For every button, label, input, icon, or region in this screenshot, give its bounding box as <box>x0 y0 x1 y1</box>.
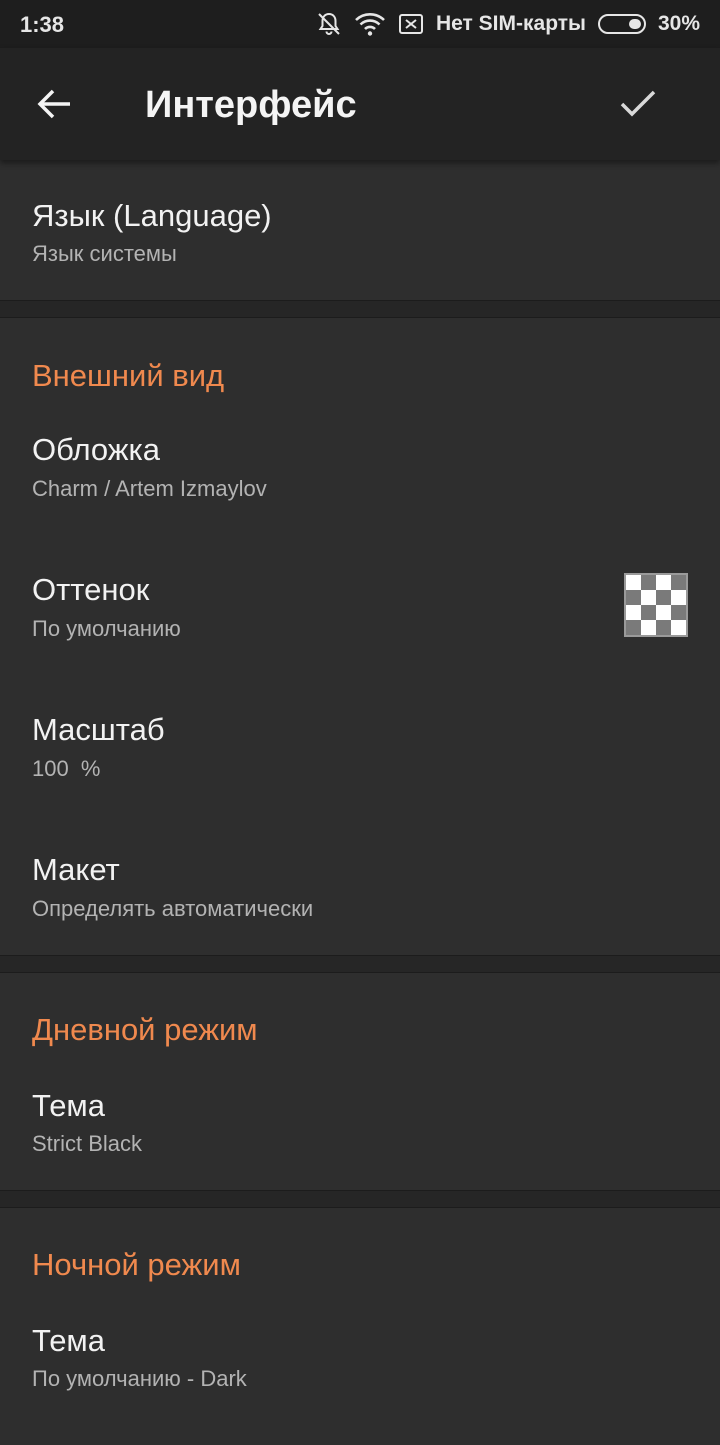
tint-setting[interactable]: Оттенок По умолчанию <box>0 554 720 694</box>
night-theme-value: По умолчанию - Dark <box>32 1366 247 1391</box>
day-theme-setting[interactable]: Тема Strict Black <box>0 1070 720 1210</box>
settings-list: Язык (Language) Язык системы Внешний вид… <box>0 160 720 1440</box>
tint-value: По умолчанию <box>32 616 181 641</box>
night-theme-setting[interactable]: Тема По умолчанию - Dark <box>0 1305 720 1445</box>
section-divider <box>0 300 720 318</box>
no-sim-icon <box>398 12 424 36</box>
battery-icon <box>597 14 646 34</box>
layout-setting[interactable]: Макет Определять автоматически <box>0 834 720 974</box>
day-theme-title: Тема <box>32 1088 105 1123</box>
wifi-icon <box>354 11 386 37</box>
checkmark-icon <box>619 89 657 119</box>
section-divider <box>0 955 720 973</box>
night-theme-title: Тема <box>32 1323 105 1358</box>
tint-swatch[interactable] <box>624 573 688 637</box>
page-title: Интерфейс <box>145 84 357 126</box>
appearance-header: Внешний вид <box>32 358 225 393</box>
status-icons: Нет SIM-карты 30% <box>316 10 700 38</box>
night-mode-header: Ночной режим <box>32 1247 241 1282</box>
scale-setting[interactable]: Масштаб 100 % <box>0 694 720 834</box>
status-bar: 1:38 Нет SIM-карты 30% <box>0 0 720 48</box>
confirm-button[interactable] <box>612 78 664 130</box>
layout-value: Определять автоматически <box>32 896 314 921</box>
scale-value: 100 % <box>32 756 101 781</box>
bell-off-icon <box>316 11 342 37</box>
tint-title: Оттенок <box>32 572 150 607</box>
day-theme-value: Strict Black <box>32 1131 143 1156</box>
scale-title: Масштаб <box>32 712 165 747</box>
status-time: 1:38 <box>20 12 65 37</box>
arrow-left-icon <box>36 88 72 120</box>
carrier-text: Нет SIM-карты <box>435 12 586 35</box>
skin-setting[interactable]: Обложка Charm / Artem Izmaylov <box>0 414 720 554</box>
battery-percent: 30% <box>657 12 700 35</box>
language-value: Язык системы <box>32 241 177 266</box>
section-divider <box>0 1190 720 1208</box>
language-title: Язык (Language) <box>32 198 272 233</box>
app-bar: Интерфейс <box>0 48 720 160</box>
day-mode-header: Дневной режим <box>32 1012 258 1047</box>
back-button[interactable] <box>28 78 80 130</box>
skin-value: Charm / Artem Izmaylov <box>32 476 267 501</box>
layout-title: Макет <box>32 852 120 887</box>
skin-title: Обложка <box>32 432 161 467</box>
language-setting[interactable]: Язык (Language) Язык системы <box>0 160 720 300</box>
